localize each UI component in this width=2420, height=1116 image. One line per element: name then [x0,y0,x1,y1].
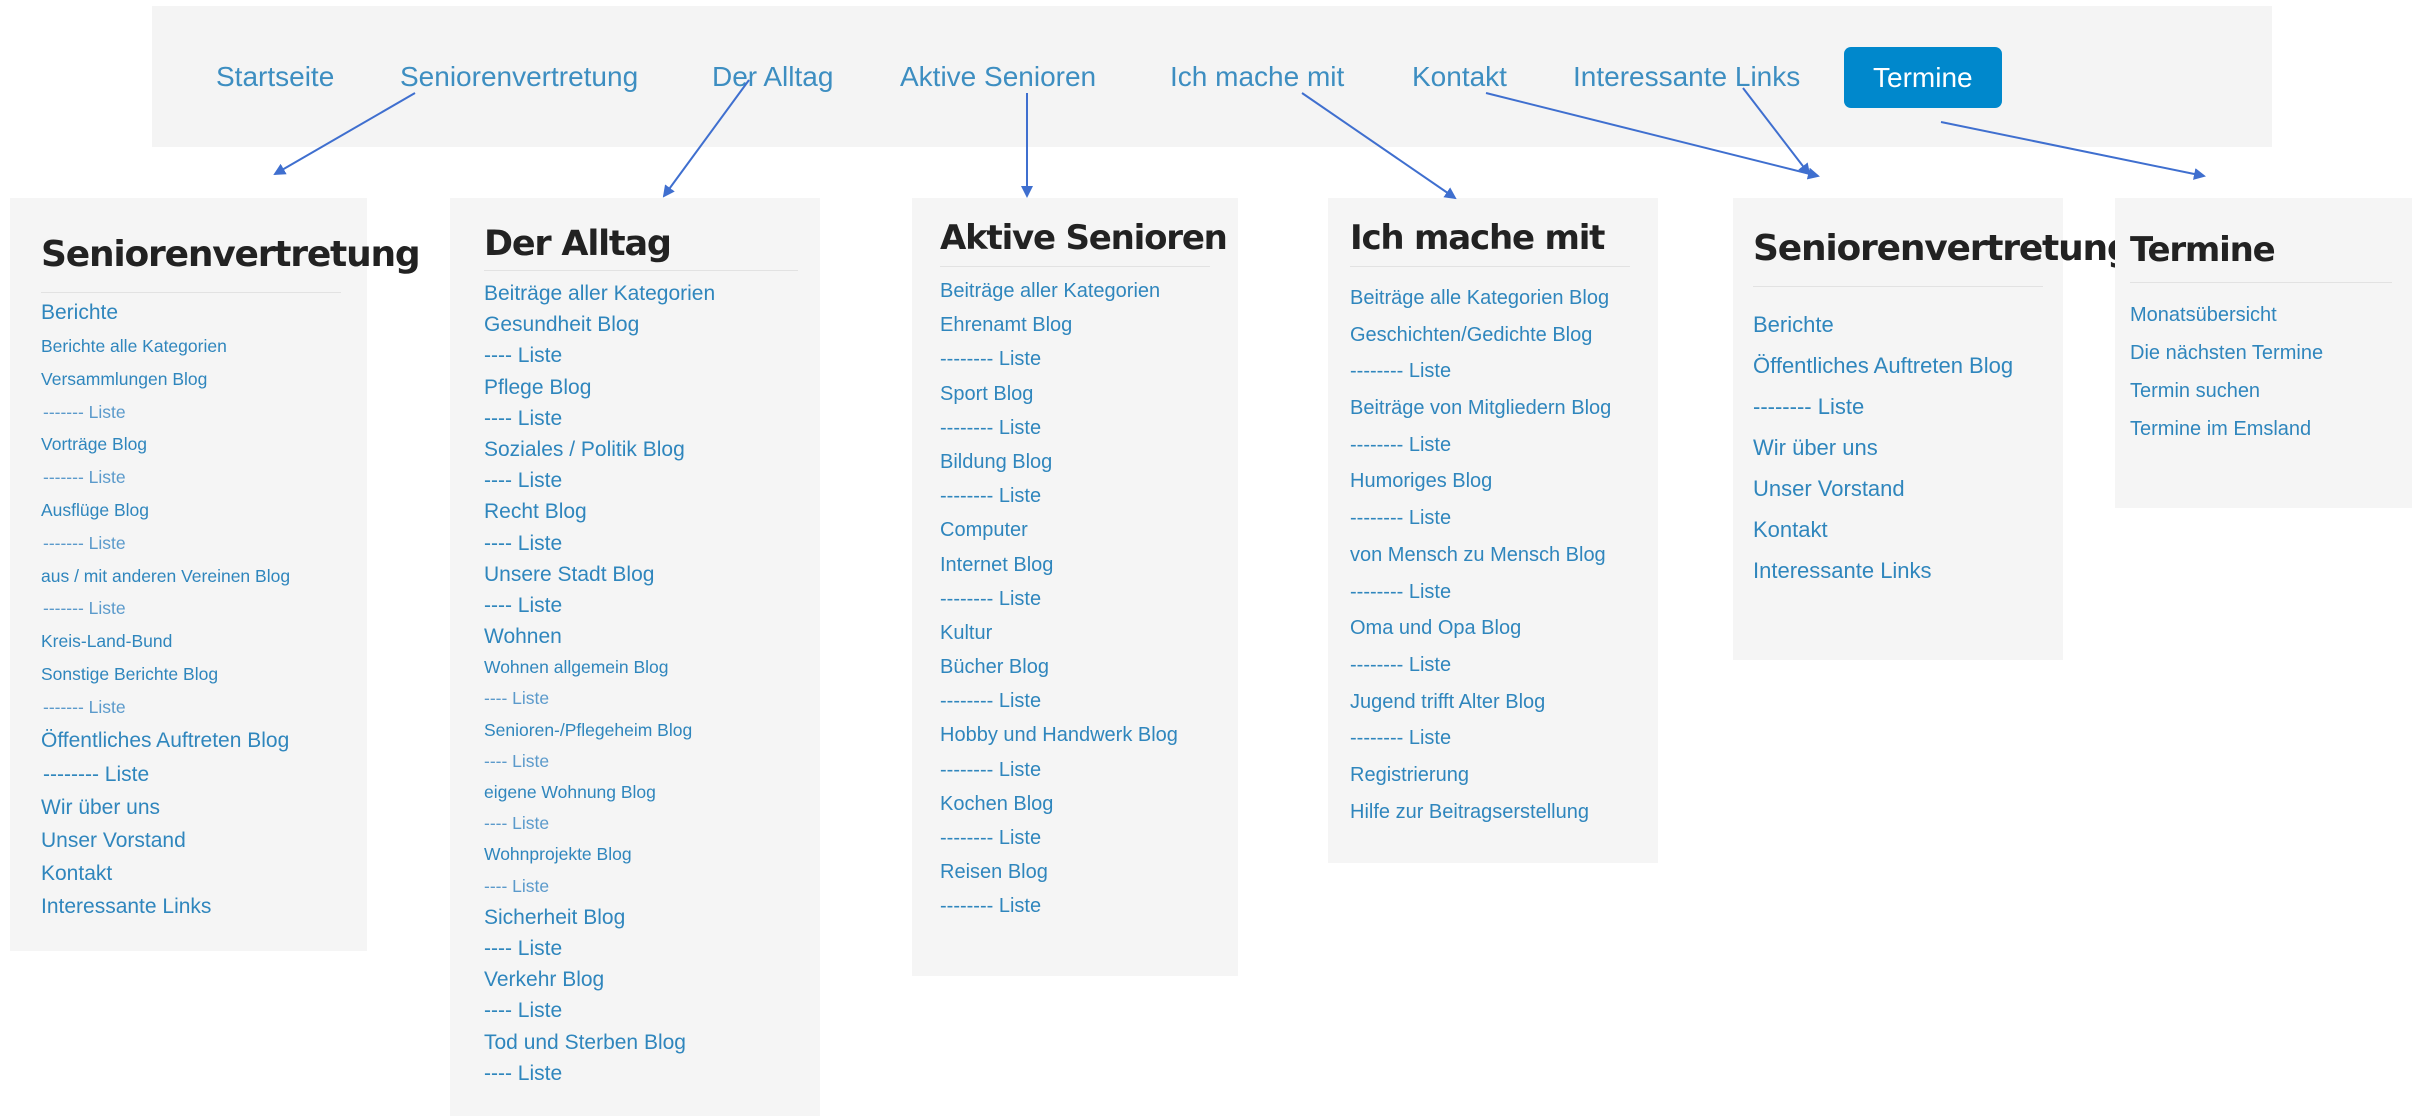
arrow-der-alltag [662,79,750,198]
arrow-termine [1940,121,2206,180]
arrow-ich-mache-mit [1301,92,1457,200]
arrow-interessante-links [1742,87,1811,176]
connector-arrows [273,79,2206,200]
arrow-seniorenvertretung [273,92,416,176]
arrow-kontakt [1485,92,1820,180]
